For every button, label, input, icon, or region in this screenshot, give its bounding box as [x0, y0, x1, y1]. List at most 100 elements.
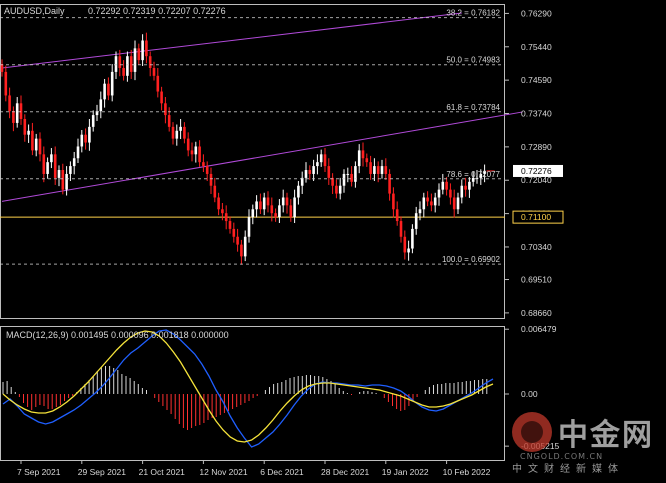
candle-body	[141, 40, 144, 61]
candle-body	[414, 213, 418, 229]
candle-body	[346, 173, 350, 175]
candle-body	[160, 91, 163, 104]
macd-signal-line	[2, 330, 494, 443]
candle-body	[156, 75, 160, 92]
candle-body	[34, 138, 38, 151]
macd-tick-label: 0.00	[521, 389, 538, 399]
time-tick-label: 7 Sep 2021	[17, 467, 61, 477]
support-price-label: 0.71100	[521, 212, 551, 222]
candle-body	[270, 205, 274, 214]
candle-body	[380, 166, 384, 174]
candle-body	[247, 217, 251, 237]
price-tick-label: 0.72890	[521, 142, 552, 152]
candle-body	[224, 213, 228, 222]
price-axis: 0.762900.754400.745900.737400.728900.720…	[505, 8, 564, 318]
candle-body	[449, 189, 452, 198]
candle-body	[167, 115, 171, 127]
main-grid	[0, 4, 505, 319]
candle-body	[395, 209, 399, 222]
candle-body	[137, 48, 141, 61]
candle-body	[194, 146, 198, 155]
candle-body	[373, 166, 376, 174]
candle-body	[84, 134, 87, 143]
candle-body	[437, 189, 441, 198]
candle-body	[407, 248, 410, 253]
candle-body	[365, 158, 369, 163]
candles	[0, 32, 495, 265]
candle-body	[361, 150, 365, 159]
candle-body	[255, 201, 258, 210]
watermark: 中金网 CNGOLD.COM.CN 中文财经新媒体	[512, 408, 662, 478]
current-price-label: 0.72276	[521, 166, 552, 176]
candle-body	[445, 181, 448, 190]
candle-body	[4, 71, 8, 96]
candle-body	[460, 185, 464, 198]
candle-body	[8, 95, 11, 112]
price-tick-label: 0.70340	[521, 242, 552, 252]
candle-body	[114, 56, 118, 72]
candle-body	[262, 197, 266, 210]
time-tick-label: 6 Dec 2021	[260, 467, 304, 477]
candle-body	[388, 173, 391, 194]
candle-body	[88, 126, 91, 143]
fibonacci-levels: 38.2 = 0.76182 50.0 = 0.74983 61.8 = 0.737…	[0, 9, 505, 265]
fib-level-label: 50.0 = 0.74983	[446, 56, 500, 65]
candle-body	[418, 209, 422, 214]
fib-level-label: 38.2 = 0.76182	[446, 9, 500, 18]
candle-body	[240, 244, 243, 257]
symbol-label: AUDUSD,Daily	[4, 6, 65, 16]
candle-body	[133, 48, 137, 72]
ohlc-readout: 0.72292 0.72319 0.72207 0.72276	[88, 6, 226, 16]
candle-body	[323, 154, 327, 167]
time-tick-label: 29 Sep 2021	[78, 467, 126, 477]
fib-level-label: 61.8 = 0.73784	[446, 103, 500, 112]
candle-body	[31, 130, 34, 151]
candle-body	[354, 166, 357, 182]
watermark-subtitle: 中文财经新媒体	[512, 464, 624, 475]
candle-body	[259, 201, 262, 210]
time-tick-label: 19 Jan 2022	[382, 467, 429, 477]
candle-body	[38, 138, 42, 155]
candle-body	[411, 228, 414, 249]
candle-body	[278, 205, 281, 218]
candle-body	[126, 56, 129, 76]
candle-body	[228, 221, 232, 229]
candle-body	[76, 146, 80, 159]
candle-body	[72, 158, 76, 167]
candle-body	[50, 154, 53, 163]
candle-body	[281, 197, 285, 206]
time-axis: 7 Sep 2021 29 Sep 2021 21 Oct 2021 12 Nov 2…	[17, 460, 491, 477]
candle-body	[122, 67, 125, 76]
candle-body	[251, 209, 255, 218]
candle-body	[350, 173, 353, 182]
candle-body	[217, 197, 220, 210]
macd-label: MACD(12,26,9) 0.001495 0.000096 0.001818…	[6, 330, 229, 340]
candle-body	[384, 166, 388, 174]
candle-body	[42, 154, 46, 174]
candle-body	[61, 170, 65, 190]
cngold-logo-icon	[512, 412, 552, 452]
candle-body	[171, 126, 175, 139]
candle-body	[27, 130, 30, 135]
candle-body	[145, 40, 148, 57]
channel-line	[1, 111, 523, 202]
price-tick-label: 0.69510	[521, 275, 552, 285]
candle-body	[319, 154, 323, 163]
time-tick-label: 28 Dec 2021	[321, 467, 369, 477]
macd-main-line	[2, 329, 494, 448]
candle-body	[23, 119, 27, 135]
time-tick-label: 10 Feb 2022	[443, 467, 491, 477]
candle-body	[464, 185, 467, 190]
fib-level-label: 100.0 = 0.69902	[442, 255, 501, 264]
price-tick-label: 0.73740	[521, 109, 552, 119]
candle-body	[202, 162, 205, 167]
candle-body	[179, 126, 182, 131]
price-tick-label: 0.75440	[521, 42, 552, 52]
candle-body	[129, 56, 133, 72]
macd-tick-label: 0.006479	[521, 324, 557, 334]
candle-body	[12, 111, 15, 123]
price-tick-label: 0.76290	[521, 8, 552, 18]
candle-body	[91, 115, 95, 127]
macd-panel: 0.0064790.00-0.005215	[0, 324, 560, 461]
candle-body	[19, 103, 23, 120]
